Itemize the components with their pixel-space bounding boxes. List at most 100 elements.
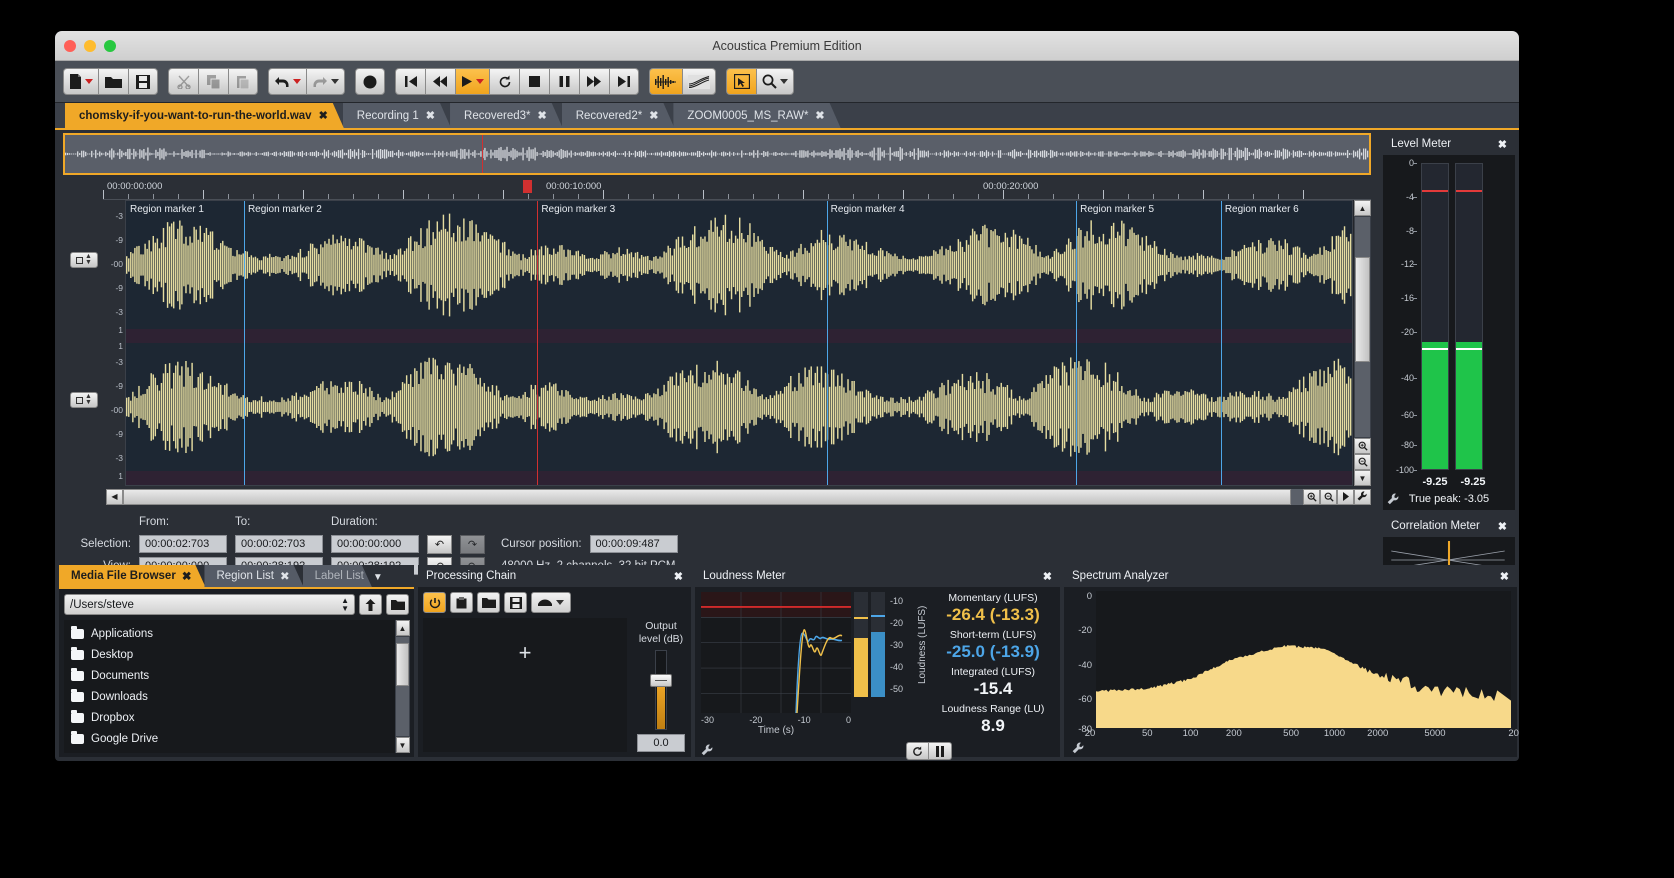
editor-settings-button[interactable] xyxy=(1354,489,1371,505)
output-fader-track[interactable] xyxy=(655,650,667,730)
region-marker-line-3[interactable] xyxy=(827,201,828,485)
stop-button[interactable] xyxy=(519,68,549,95)
scroll-up-button[interactable]: ▲ xyxy=(1354,200,1371,216)
chevron-down-icon[interactable] xyxy=(293,79,301,84)
open-preset-button[interactable] xyxy=(477,592,500,613)
time-ruler[interactable]: 00:00:00:000 00:00:10:000 00:00:20:000 xyxy=(103,180,1371,200)
loudness-settings-icon[interactable] xyxy=(701,744,714,757)
close-tab-icon[interactable]: ✖ xyxy=(538,109,547,122)
copy-button[interactable] xyxy=(198,68,228,95)
scroll-left-button[interactable]: ◀ xyxy=(106,489,123,505)
close-icon[interactable]: ✖ xyxy=(1498,138,1507,151)
file-scroll-track[interactable] xyxy=(396,637,409,736)
output-fader-knob[interactable] xyxy=(650,674,672,687)
region-marker-line-1[interactable] xyxy=(244,201,245,485)
file-tab-4[interactable]: ZOOM0005_MS_RAW* ✖ xyxy=(673,103,840,128)
open-file-button[interactable] xyxy=(98,68,128,95)
horizontal-scrollbar[interactable]: ◀ xyxy=(106,488,1371,505)
chevron-down-icon[interactable] xyxy=(476,79,484,84)
file-tab-2[interactable]: Recovered3* ✖ xyxy=(450,103,563,128)
playhead-marker[interactable] xyxy=(523,180,532,193)
file-scroll-thumb[interactable] xyxy=(396,643,409,687)
waveform-canvas[interactable]: Region marker 1Region marker 2Region mar… xyxy=(125,200,1353,486)
select-tool-button[interactable] xyxy=(726,68,756,95)
region-marker-line-5[interactable] xyxy=(1221,201,1222,485)
scroll-down-button[interactable]: ▼ xyxy=(1354,470,1371,486)
horizontal-scroll-track[interactable] xyxy=(123,489,1303,505)
new-file-button[interactable] xyxy=(63,68,98,95)
chevron-down-icon[interactable] xyxy=(556,600,564,605)
selection-redo-button[interactable]: ↷ xyxy=(460,535,485,554)
file-tab-0[interactable]: chomsky-if-you-want-to-run-the-world.wav… xyxy=(65,103,344,128)
output-level-value[interactable]: 0.0 xyxy=(637,734,685,752)
spectral-view-button[interactable] xyxy=(682,68,716,95)
waveform-overview[interactable] xyxy=(63,133,1371,175)
region-marker-line-2[interactable] xyxy=(537,201,538,485)
channel-right-button[interactable]: ▲▼ xyxy=(70,392,98,408)
cursor-position-field[interactable]: 00:00:09:487 xyxy=(590,535,678,553)
file-tab-1[interactable]: Recording 1 ✖ xyxy=(343,103,451,128)
file-scroll-down-button[interactable]: ▼ xyxy=(396,737,410,753)
close-tab-icon[interactable]: ✖ xyxy=(649,109,658,122)
close-tab-icon[interactable]: ✖ xyxy=(280,569,290,583)
loudness-pause-button[interactable] xyxy=(929,742,952,760)
open-folder-button[interactable] xyxy=(386,594,409,615)
combobox-arrows-icon[interactable]: ▲▼ xyxy=(341,597,349,613)
spectrum-plot[interactable] xyxy=(1096,591,1511,728)
tab-label-list[interactable]: Label List xyxy=(303,565,372,587)
preset-menu-button[interactable] xyxy=(531,592,571,613)
clipboard-button[interactable] xyxy=(450,592,473,613)
tab-media-file-browser[interactable]: Media File Browser ✖ xyxy=(59,565,205,587)
loop-button[interactable] xyxy=(489,68,519,95)
zoom-out-vertical-button[interactable] xyxy=(1354,454,1371,470)
rewind-button[interactable] xyxy=(425,68,455,95)
cut-button[interactable] xyxy=(168,68,198,95)
chevron-down-icon[interactable] xyxy=(331,79,339,84)
close-icon[interactable]: ✖ xyxy=(1043,570,1052,583)
fast-forward-button[interactable] xyxy=(579,68,609,95)
zoom-in-horizontal-button[interactable] xyxy=(1303,489,1320,505)
selection-undo-button[interactable]: ↶ xyxy=(427,535,452,554)
level-meter-settings-icon[interactable] xyxy=(1387,493,1400,506)
power-button[interactable] xyxy=(423,592,446,613)
parent-folder-button[interactable] xyxy=(359,594,382,615)
chevron-down-icon[interactable] xyxy=(85,79,93,84)
add-effect-icon[interactable]: + xyxy=(519,640,532,666)
list-item[interactable]: Documents xyxy=(64,665,395,686)
list-item[interactable]: Applications xyxy=(64,623,395,644)
paste-button[interactable] xyxy=(228,68,258,95)
go-to-start-button[interactable] xyxy=(395,68,425,95)
spectrum-settings-icon[interactable] xyxy=(1072,742,1511,755)
channel-updown-icon[interactable]: ▲▼ xyxy=(85,254,92,266)
path-combobox[interactable]: /Users/steve ▲▼ xyxy=(64,594,355,615)
browser-tab-overflow-icon[interactable]: ▼ xyxy=(371,572,389,587)
chevron-down-icon[interactable] xyxy=(780,79,788,84)
zoom-out-horizontal-button[interactable] xyxy=(1320,489,1337,505)
play-button[interactable] xyxy=(455,68,489,95)
close-tab-icon[interactable]: ✖ xyxy=(182,569,192,583)
close-icon[interactable]: ✖ xyxy=(1500,570,1509,583)
close-tab-icon[interactable]: ✖ xyxy=(815,109,824,122)
file-tab-3[interactable]: Recovered2* ✖ xyxy=(562,103,675,128)
loudness-reset-button[interactable] xyxy=(906,742,929,760)
pause-button[interactable] xyxy=(549,68,579,95)
vertical-scroll-track[interactable] xyxy=(1355,217,1370,437)
zoom-tool-button[interactable] xyxy=(756,68,794,95)
file-list-scrollbar[interactable]: ▲ ▼ xyxy=(395,620,410,753)
close-icon[interactable]: ✖ xyxy=(674,570,683,583)
selection-to-field[interactable]: 00:00:02:703 xyxy=(235,535,323,553)
zoom-in-vertical-button[interactable] xyxy=(1354,438,1371,454)
save-preset-button[interactable] xyxy=(504,592,527,613)
list-item[interactable]: Desktop xyxy=(64,644,395,665)
vertical-scroll-thumb[interactable] xyxy=(1355,257,1370,363)
redo-button[interactable] xyxy=(306,68,345,95)
close-tab-icon[interactable]: ✖ xyxy=(426,109,435,122)
waveform-view-button[interactable] xyxy=(649,68,682,95)
list-item[interactable]: Google Drive xyxy=(64,728,395,749)
close-icon[interactable]: ✖ xyxy=(1498,520,1507,533)
list-item[interactable]: Dropbox xyxy=(64,707,395,728)
go-to-end-button[interactable] xyxy=(609,68,639,95)
record-button[interactable] xyxy=(355,68,385,95)
selection-from-field[interactable]: 00:00:02:703 xyxy=(139,535,227,553)
zoom-play-button[interactable] xyxy=(1337,489,1354,505)
